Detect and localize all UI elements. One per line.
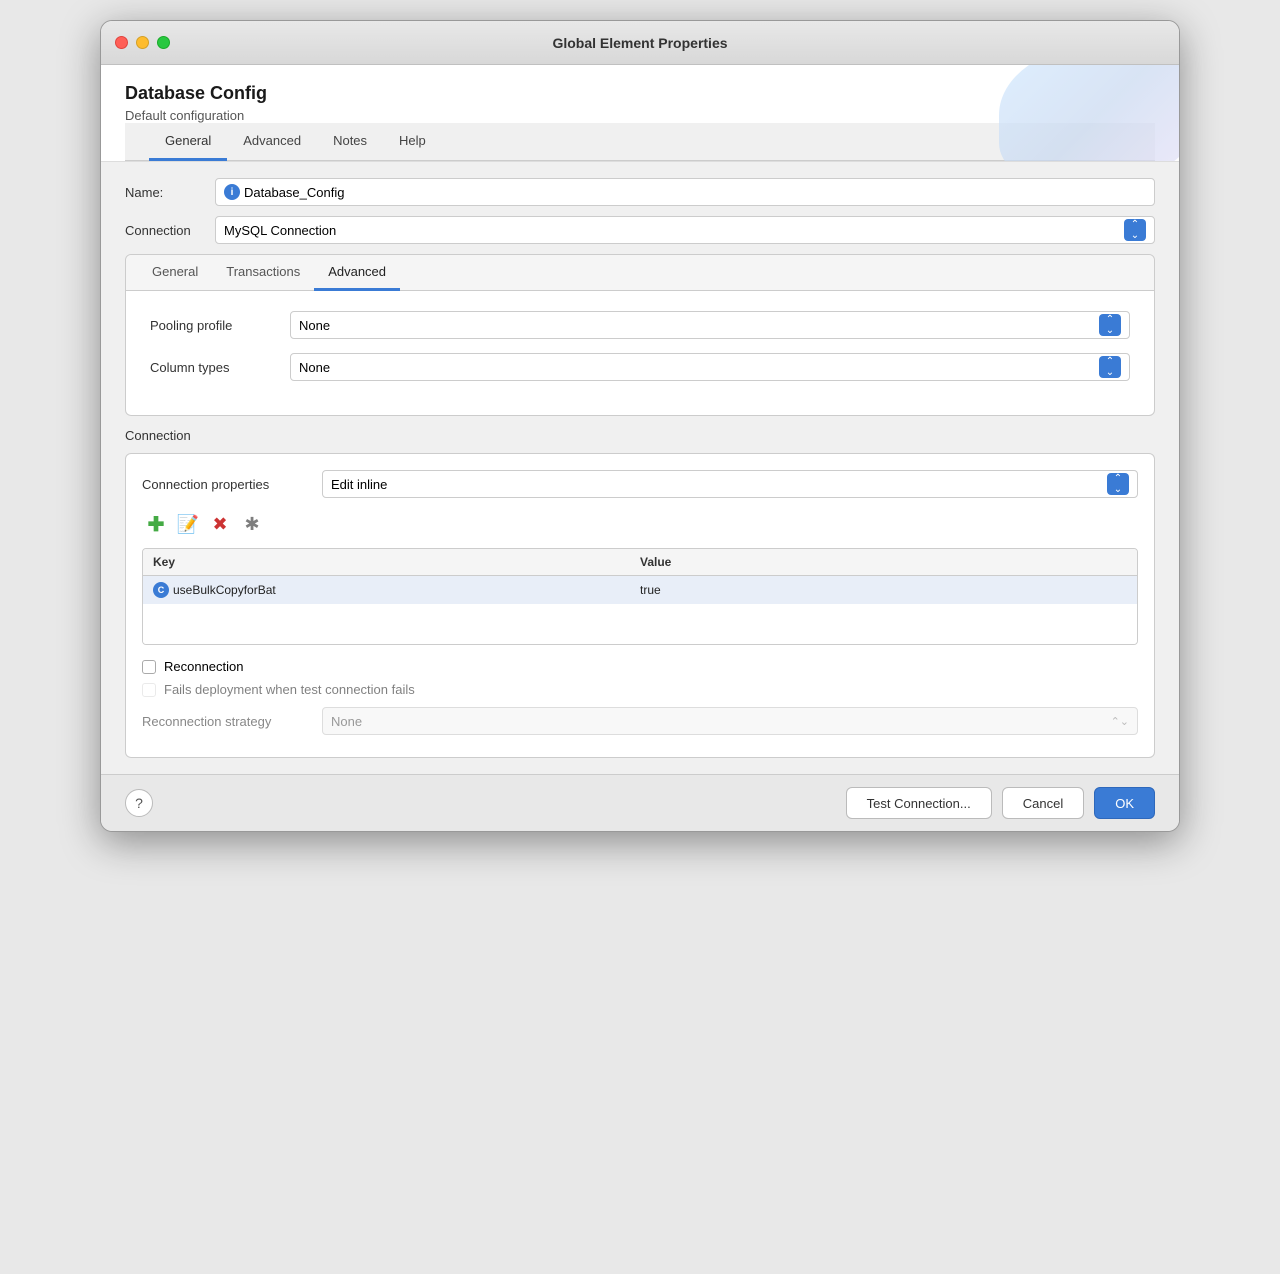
reconnection-row: Reconnection: [142, 659, 1138, 674]
column-types-label: Column types: [150, 360, 290, 375]
key-value: useBulkCopyforBat: [173, 583, 276, 597]
test-connection-button[interactable]: Test Connection...: [846, 787, 992, 819]
info-icon: i: [224, 184, 240, 200]
settings-button[interactable]: ✱: [238, 510, 266, 538]
connection-label: Connection: [125, 223, 215, 238]
conn-props-row: Connection properties Edit inline ⌃⌄: [142, 470, 1138, 498]
name-row: Name: i: [125, 178, 1155, 206]
value-value: true: [640, 583, 661, 597]
pooling-label: Pooling profile: [150, 318, 290, 333]
connection-section-label: Connection: [125, 428, 1155, 443]
reconnection-strategy-label: Reconnection strategy: [142, 714, 322, 729]
tab-advanced[interactable]: Advanced: [227, 123, 317, 161]
col-header-value: Value: [640, 555, 1127, 569]
disabled-arrow: ⌃⌄: [1111, 715, 1129, 728]
add-icon: ✚: [148, 512, 165, 537]
pooling-arrow: ⌃⌄: [1099, 314, 1121, 336]
pooling-value: None: [299, 318, 330, 333]
traffic-lights: [115, 36, 170, 49]
conn-props-label: Connection properties: [142, 477, 322, 492]
inner-tab-general[interactable]: General: [138, 255, 212, 291]
header-decoration: [999, 65, 1179, 162]
minimize-button[interactable]: [136, 36, 149, 49]
cancel-button[interactable]: Cancel: [1002, 787, 1084, 819]
reconnection-strategy-row: Reconnection strategy None ⌃⌄: [142, 707, 1138, 735]
help-button[interactable]: ?: [125, 789, 153, 817]
pooling-select[interactable]: None ⌃⌄: [290, 311, 1130, 339]
col-header-key: Key: [153, 555, 640, 569]
edit-button[interactable]: 📝: [174, 510, 202, 538]
reconnection-checkbox[interactable]: [142, 660, 156, 674]
toolbar: ✚ 📝 ✖ ✱: [142, 510, 1138, 538]
tab-notes[interactable]: Notes: [317, 123, 383, 161]
name-label: Name:: [125, 185, 215, 200]
fails-deployment-row: Fails deployment when test connection fa…: [142, 682, 1138, 697]
help-icon: ?: [135, 795, 143, 811]
main-window: Global Element Properties Database Confi…: [100, 20, 1180, 832]
pooling-row: Pooling profile None ⌃⌄: [150, 311, 1130, 339]
footer-actions: Test Connection... Cancel OK: [846, 787, 1155, 819]
edit-icon: 📝: [177, 514, 199, 535]
reconnection-strategy-value: None: [331, 714, 362, 729]
footer: ? Test Connection... Cancel OK: [101, 774, 1179, 831]
settings-icon: ✱: [244, 514, 259, 535]
connection-value: MySQL Connection: [224, 223, 336, 238]
column-types-row: Column types None ⌃⌄: [150, 353, 1130, 381]
table-header: Key Value: [143, 549, 1137, 576]
conn-props-arrow: ⌃⌄: [1107, 473, 1129, 495]
content-area: Name: i Connection MySQL Connection ⌃⌄ G…: [101, 162, 1179, 774]
reconnection-label: Reconnection: [164, 659, 244, 674]
connection-box: Connection properties Edit inline ⌃⌄ ✚ 📝…: [125, 453, 1155, 758]
inner-content: Pooling profile None ⌃⌄ Column types Non…: [126, 291, 1154, 415]
inner-tab-transactions[interactable]: Transactions: [212, 255, 314, 291]
inner-panel: General Transactions Advanced Pooling pr…: [125, 254, 1155, 416]
delete-icon: ✖: [212, 514, 227, 535]
window-title: Global Element Properties: [552, 35, 727, 51]
close-button[interactable]: [115, 36, 128, 49]
value-cell: true: [640, 583, 1127, 597]
connection-select-arrow: ⌃⌄: [1124, 219, 1146, 241]
delete-button[interactable]: ✖: [206, 510, 234, 538]
ok-button[interactable]: OK: [1094, 787, 1155, 819]
column-types-arrow: ⌃⌄: [1099, 356, 1121, 378]
connection-select[interactable]: MySQL Connection ⌃⌄: [215, 216, 1155, 244]
maximize-button[interactable]: [157, 36, 170, 49]
column-types-select[interactable]: None ⌃⌄: [290, 353, 1130, 381]
titlebar: Global Element Properties: [101, 21, 1179, 65]
reconnection-strategy-select: None ⌃⌄: [322, 707, 1138, 735]
header-section: Database Config Default configuration Ge…: [101, 65, 1179, 162]
inner-tabs: General Transactions Advanced: [126, 255, 1154, 291]
table-row[interactable]: C useBulkCopyforBat true: [143, 576, 1137, 604]
properties-table: Key Value C useBulkCopyforBat true: [142, 548, 1138, 645]
row-icon: C: [153, 582, 169, 598]
name-input-wrapper[interactable]: i: [215, 178, 1155, 206]
conn-props-select[interactable]: Edit inline ⌃⌄: [322, 470, 1138, 498]
inner-tab-advanced[interactable]: Advanced: [314, 255, 400, 291]
fails-deployment-checkbox[interactable]: [142, 683, 156, 697]
column-types-value: None: [299, 360, 330, 375]
add-button[interactable]: ✚: [142, 510, 170, 538]
conn-props-value: Edit inline: [331, 477, 387, 492]
empty-table-area: [143, 604, 1137, 644]
tab-help[interactable]: Help: [383, 123, 442, 161]
key-cell: C useBulkCopyforBat: [153, 582, 640, 598]
name-input[interactable]: [244, 185, 1146, 200]
connection-row: Connection MySQL Connection ⌃⌄: [125, 216, 1155, 244]
fails-deployment-label: Fails deployment when test connection fa…: [164, 682, 415, 697]
tab-general[interactable]: General: [149, 123, 227, 161]
